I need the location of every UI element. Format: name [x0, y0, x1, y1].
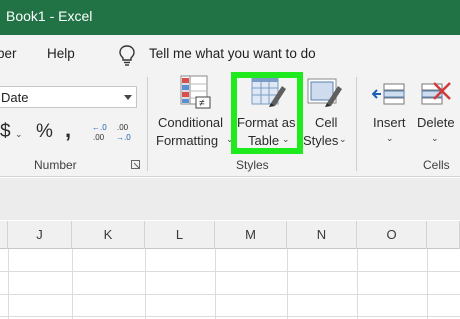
grid-column-line: [145, 249, 146, 319]
number-format-value: Date: [1, 90, 29, 105]
cell-styles-line1[interactable]: Cell: [315, 115, 337, 130]
column-header-partial[interactable]: [0, 221, 8, 249]
format-as-table-highlight: [231, 72, 303, 154]
svg-text:.00: .00: [93, 133, 105, 142]
grid-row-line: [0, 316, 460, 317]
delete-chevron-icon[interactable]: ⌄: [431, 133, 439, 144]
number-group-label: Number: [34, 158, 77, 172]
conditional-formatting-icon[interactable]: ≠: [180, 75, 212, 109]
grid-row-line: [0, 294, 460, 295]
group-separator: [356, 77, 357, 171]
cell-styles-icon[interactable]: [307, 75, 343, 109]
delete-button[interactable]: Delete: [417, 115, 455, 130]
column-header-o[interactable]: O: [357, 221, 427, 249]
column-header-l[interactable]: L: [145, 221, 215, 249]
worksheet-grid[interactable]: [0, 249, 460, 319]
insert-cells-icon[interactable]: [372, 81, 406, 107]
svg-text:.00: .00: [117, 123, 129, 132]
column-header-j[interactable]: J: [8, 221, 72, 249]
svg-text:≠: ≠: [199, 98, 205, 109]
column-headers: J K L M N O: [0, 221, 460, 249]
lightbulb-icon: [119, 45, 135, 66]
ribbon: Date $ ⌄ % , ←.0 .00 .00 →.0 Number ≠ Co…: [0, 71, 460, 177]
grid-column-line: [287, 249, 288, 319]
conditional-formatting-line1[interactable]: Conditional: [158, 115, 223, 130]
insert-chevron-icon[interactable]: ⌄: [386, 133, 394, 144]
grid-column-line: [8, 249, 9, 319]
grid-column-line: [427, 249, 428, 319]
formula-bar-area: [0, 178, 460, 220]
svg-text:←.0: ←.0: [92, 123, 107, 132]
comma-style-button[interactable]: ,: [65, 117, 71, 143]
grid-column-line: [72, 249, 73, 319]
decrease-decimal-icon[interactable]: .00 →.0: [114, 121, 136, 143]
styles-group-label: Styles: [236, 158, 269, 172]
percent-format-button[interactable]: %: [36, 121, 53, 143]
ribbon-tabs-row: per Help Tell me what you want to do: [0, 35, 460, 71]
delete-cells-icon[interactable]: [420, 79, 454, 107]
currency-format-button[interactable]: $: [0, 121, 11, 143]
tab-help[interactable]: Help: [47, 46, 75, 61]
currency-chevron-icon[interactable]: ⌄: [15, 129, 23, 140]
number-format-dropdown[interactable]: Date: [0, 86, 137, 108]
window-title: Book1 - Excel: [6, 8, 93, 24]
column-header-m[interactable]: M: [215, 221, 287, 249]
increase-decimal-icon[interactable]: ←.0 .00: [89, 121, 111, 143]
column-header-n[interactable]: N: [287, 221, 357, 249]
title-bar: Book1 - Excel: [0, 0, 460, 35]
conditional-formatting-line2[interactable]: Formatting: [156, 133, 218, 148]
tell-me-search[interactable]: Tell me what you want to do: [149, 46, 316, 61]
column-header-k[interactable]: K: [72, 221, 145, 249]
column-header-partial[interactable]: [427, 221, 460, 249]
group-separator: [147, 77, 148, 171]
tab-help-partial[interactable]: per: [0, 46, 17, 61]
dialog-launcher-icon[interactable]: [131, 160, 140, 169]
grid-column-line: [357, 249, 358, 319]
grid-column-line: [215, 249, 216, 319]
insert-button[interactable]: Insert: [373, 115, 406, 130]
grid-row-line: [0, 271, 460, 272]
cell-styles-line2[interactable]: Styles: [303, 133, 338, 148]
chevron-down-icon: [124, 95, 132, 100]
cell-styles-chevron-icon[interactable]: ⌄: [339, 134, 347, 145]
cells-group-label: Cells: [423, 158, 450, 172]
svg-text:→.0: →.0: [116, 133, 131, 142]
